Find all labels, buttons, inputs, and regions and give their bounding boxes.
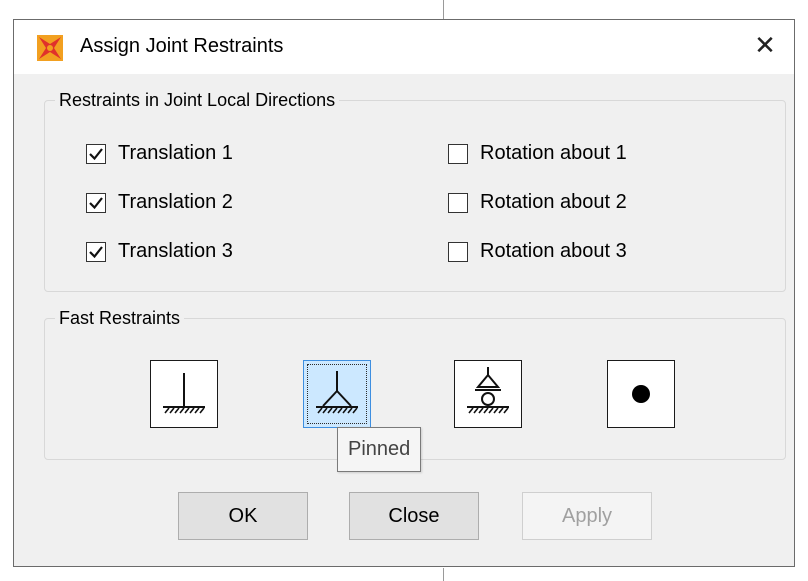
close-window-button[interactable]: ✕ xyxy=(750,30,780,60)
close-button[interactable]: Close xyxy=(349,492,479,540)
window-title: Assign Joint Restraints xyxy=(80,35,284,57)
free-restraint-button[interactable] xyxy=(607,360,675,428)
fixed-support-icon xyxy=(163,373,205,414)
checkbox-label: Rotation about 2 xyxy=(480,191,627,213)
local-directions-legend: Restraints in Joint Local Directions xyxy=(59,90,336,110)
checkbox-label: Translation 3 xyxy=(118,240,233,262)
checkbox-rotation-3[interactable]: Rotation about 3 xyxy=(448,240,627,263)
checkmark-icon xyxy=(89,147,103,160)
fast-restraints-legend: Fast Restraints xyxy=(59,308,181,328)
fixed-restraint-button[interactable] xyxy=(150,360,218,428)
checkbox-label: Rotation about 1 xyxy=(480,142,627,164)
title-bar[interactable]: Assign Joint Restraints ✕ xyxy=(14,20,794,74)
checkbox-box[interactable] xyxy=(86,143,106,164)
pinned-tooltip: Pinned xyxy=(337,427,422,472)
checkmark-icon xyxy=(89,196,103,209)
checkbox-rotation-2[interactable]: Rotation about 2 xyxy=(448,191,627,214)
checkbox-box[interactable] xyxy=(86,241,106,262)
checkmark-icon xyxy=(89,245,103,258)
assign-joint-restraints-dialog: Assign Joint Restraints ✕ Restraints in … xyxy=(13,19,795,567)
checkbox-box[interactable] xyxy=(86,192,106,213)
checkbox-box[interactable] xyxy=(448,192,468,213)
app-logo-icon xyxy=(37,35,63,61)
checkbox-rotation-1[interactable]: Rotation about 1 xyxy=(448,142,627,165)
background-divider-bottom xyxy=(443,568,444,581)
roller-restraint-button[interactable] xyxy=(454,360,522,428)
pinned-restraint-button[interactable] xyxy=(303,360,371,428)
apply-button[interactable]: Apply xyxy=(522,492,652,540)
checkbox-box[interactable] xyxy=(448,143,468,164)
checkbox-translation-3[interactable]: Translation 3 xyxy=(86,240,233,263)
checkbox-translation-2[interactable]: Translation 2 xyxy=(86,191,233,214)
checkbox-label: Rotation about 3 xyxy=(480,240,627,262)
free-joint-icon xyxy=(632,385,650,403)
checkbox-label: Translation 2 xyxy=(118,191,233,213)
checkbox-translation-1[interactable]: Translation 1 xyxy=(86,142,233,165)
ok-button[interactable]: OK xyxy=(178,492,308,540)
checkbox-box[interactable] xyxy=(448,241,468,262)
roller-support-icon xyxy=(467,367,509,414)
checkbox-label: Translation 1 xyxy=(118,142,233,164)
pinned-support-icon xyxy=(316,371,358,414)
close-icon: ✕ xyxy=(754,29,776,60)
background-divider xyxy=(443,0,444,20)
